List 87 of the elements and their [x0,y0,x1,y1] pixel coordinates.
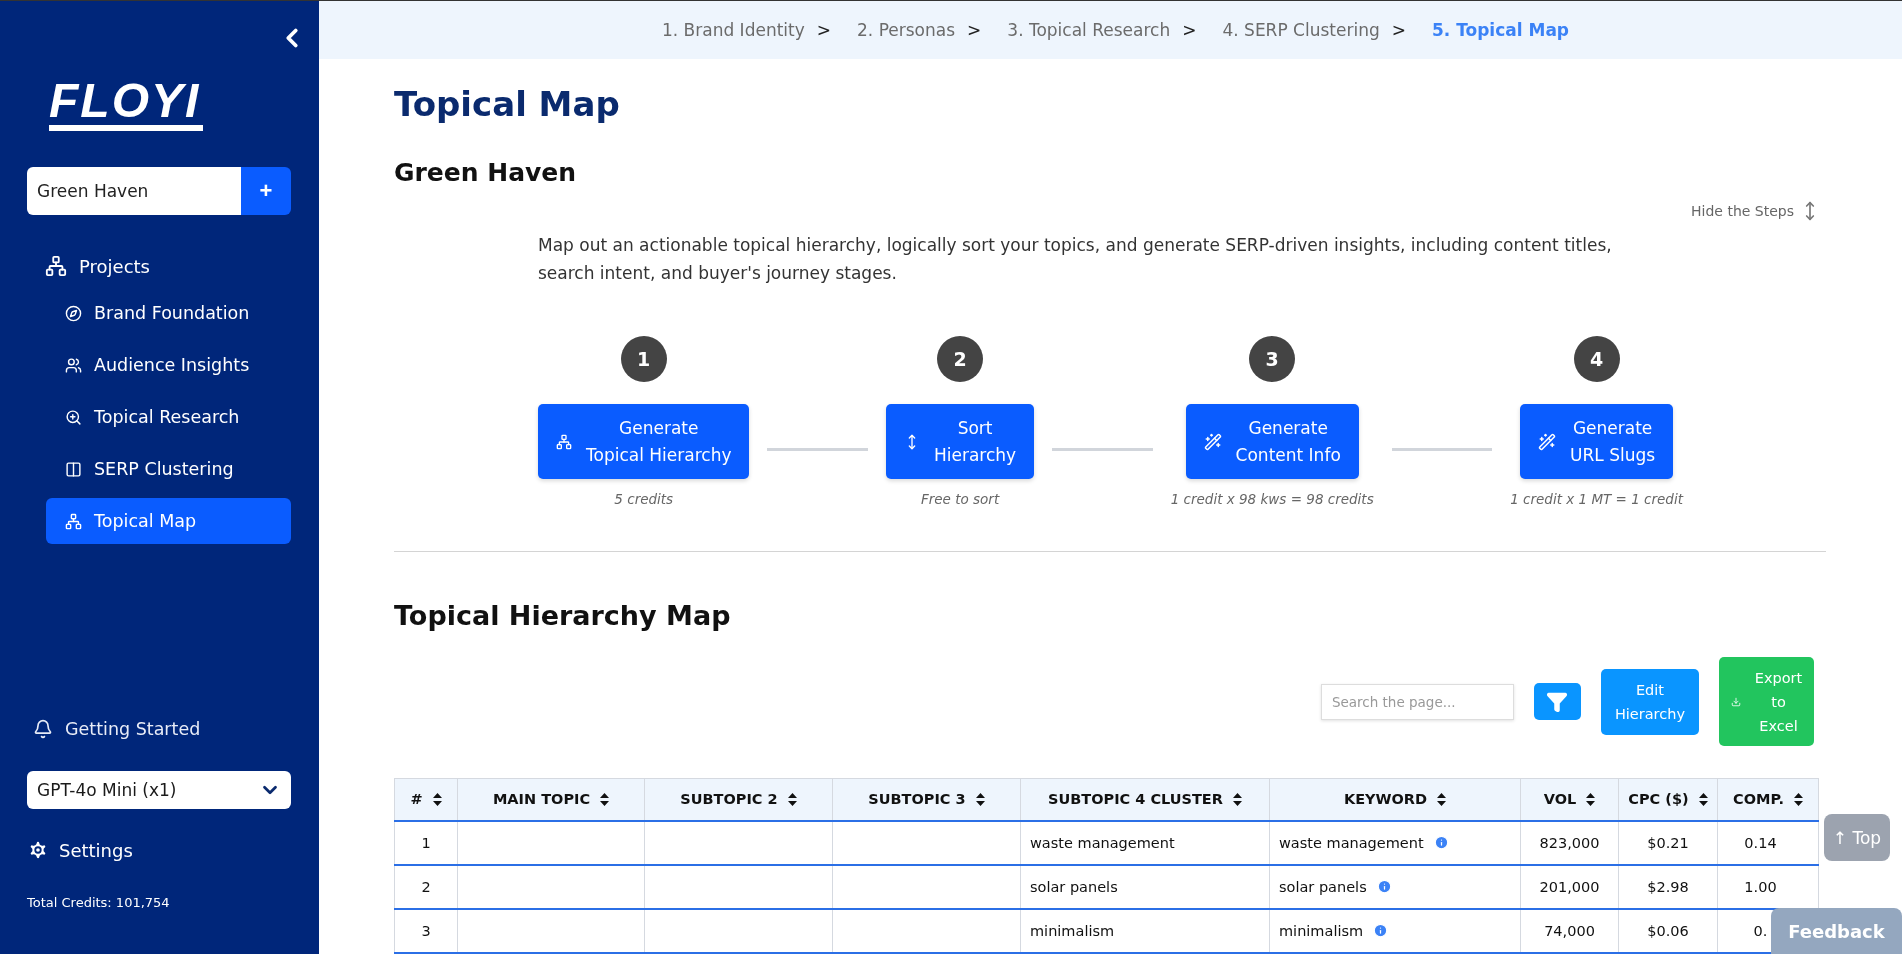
column-header[interactable]: # [394,778,458,821]
breadcrumb-link[interactable]: 2. Personas > [857,20,982,40]
column-header[interactable]: SUBTOPIC 2 [644,778,833,821]
table-cell: 2 [394,864,458,909]
step-button[interactable]: Generate URL Slugs [1520,404,1674,479]
settings-icon [27,839,49,861]
sort-icon[interactable] [600,792,610,806]
nav-item[interactable]: Topical Research [46,394,291,440]
step-number: 3 [1249,336,1296,382]
credit-note: 1 credit x 1 MT = 1 credit [1510,491,1683,507]
table-cell: 1 [394,820,458,865]
breadcrumb-link[interactable]: 3. Topical Research > [1007,20,1197,40]
sort-icon[interactable] [1698,792,1708,806]
filter-button[interactable] [1533,683,1581,720]
table-cell: $2.98 [1618,864,1718,909]
table-cell: $0.06 [1618,908,1718,953]
table-cell: 3 [394,908,458,953]
download-icon [1730,696,1741,707]
hierarchy-icon [45,255,67,277]
project-select[interactable]: Green Haven [27,167,241,215]
table-cell: solar panels [1020,864,1270,909]
people-icon [65,356,82,374]
section-title: Topical Hierarchy Map [394,600,732,631]
credit-note: 5 credits [614,491,674,507]
step-number: 2 [937,336,984,382]
table-cell: 74,000 [1520,908,1619,953]
magnifier-icon [65,408,82,426]
logo: FLOYI [49,77,201,125]
settings-link[interactable]: Settings [59,839,133,861]
filter-icon [1546,690,1569,713]
sort-icon[interactable] [1793,792,1803,806]
bell-icon [33,719,53,739]
nav-item[interactable]: Topical Map [46,498,291,544]
project-name: Green Haven [394,158,578,187]
magic-wand-icon [1203,432,1222,451]
total-credits: Total Credits: 101,754 [27,895,171,910]
nav-item[interactable]: Audience Insights [46,342,291,388]
description: Map out an actionable topical hierarchy, logically sort your topics, and generate SERP-driven insights, including content titles, search intent, and buyer's journey stages. [538,234,1613,285]
nav-item[interactable]: Brand Foundation [46,290,291,336]
step-number: 4 [1573,336,1620,382]
logo-underline-icon [49,125,203,133]
credit-note: 1 credit x 98 kws = 98 credits [1170,491,1374,507]
model-select[interactable]: GPT-4o Mini (x1) [27,771,291,809]
column-header[interactable]: MAIN TOPIC [457,778,645,821]
table-cell: solar panels [1269,864,1521,909]
column-header[interactable]: SUBTOPIC 4 CLUSTER [1020,778,1270,821]
column-header[interactable]: VOL [1520,778,1619,821]
nav-item[interactable]: Projects [79,255,150,277]
sort-icon[interactable] [432,792,442,806]
table-cell: waste management [1020,820,1270,865]
table-cell: $0.21 [1618,820,1718,865]
column-header[interactable]: KEYWORD [1269,778,1521,821]
step-button[interactable]: Generate Topical Hierarchy [538,404,750,479]
add-project-button[interactable]: + [241,167,291,215]
step-number: 1 [620,336,667,382]
table-cell: waste management [1269,820,1521,865]
table-cell: 201,000 [1520,864,1619,909]
breadcrumb-link[interactable]: 4. SERP Clustering > [1222,20,1406,40]
sort-icon[interactable] [975,792,985,806]
compass-icon [65,304,82,322]
page-title: Topical Map [394,84,621,124]
column-header[interactable]: COMP. [1717,778,1819,821]
step-button[interactable]: Generate Content Info [1185,404,1359,479]
info-icon[interactable] [1373,923,1389,938]
getting-started-link[interactable]: Getting Started [65,719,201,739]
table-cell: 823,000 [1520,820,1619,865]
step-button[interactable]: Sort Hierarchy [886,404,1035,479]
nav-item[interactable]: SERP Clustering [46,446,291,492]
column-header[interactable]: SUBTOPIC 3 [832,778,1021,821]
table-cell: minimalism [1020,908,1270,953]
sitemap-icon [556,433,572,450]
columns-icon [65,460,82,478]
sitemap-icon [65,512,82,530]
magic-wand-icon [1538,432,1557,451]
sort-icon[interactable] [787,792,797,806]
table-cell: 0.14 [1717,820,1819,865]
table-cell: minimalism [1269,908,1521,953]
sort-icon[interactable] [1232,792,1242,806]
sort-icon[interactable] [1586,792,1596,806]
credit-note: Free to sort [921,491,1000,507]
sort-icon[interactable] [1437,792,1447,806]
column-header[interactable]: CPC ($) [1618,778,1718,821]
search-field[interactable]: Search the page... [1320,683,1514,720]
info-icon[interactable] [1376,879,1392,894]
breadcrumb-link[interactable]: 1. Brand Identity > [661,20,832,40]
hide-steps-link[interactable]: Hide the Steps [1691,203,1794,219]
info-icon[interactable] [1433,835,1449,850]
